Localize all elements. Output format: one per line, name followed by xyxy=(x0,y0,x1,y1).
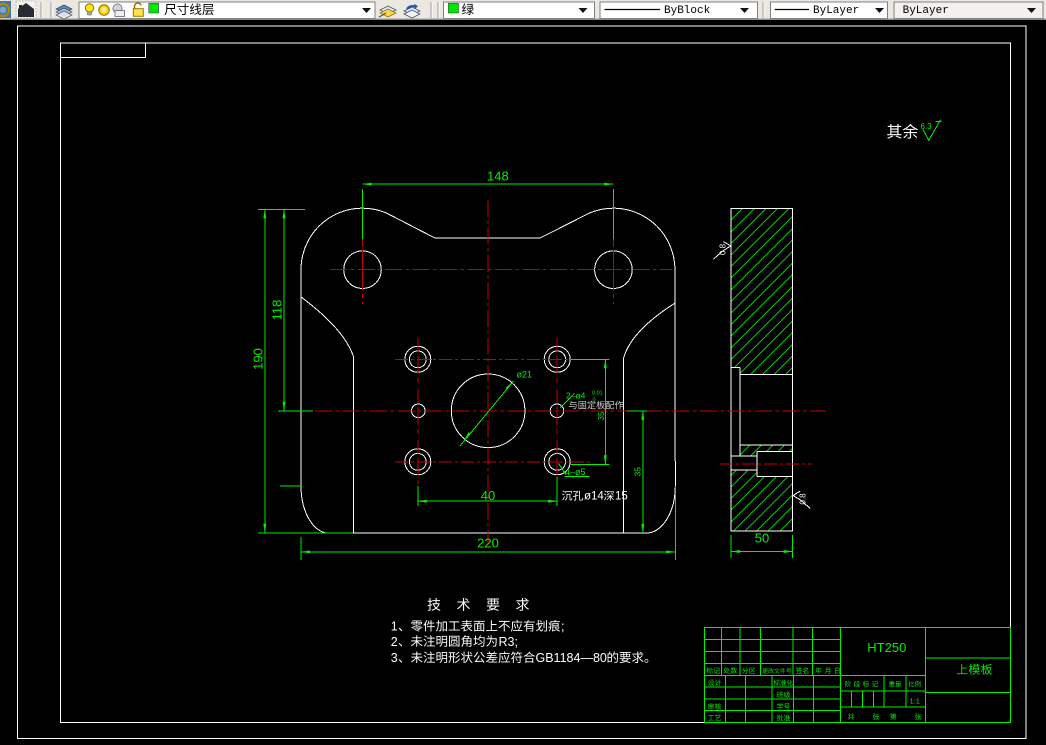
svg-text:0.01: 0.01 xyxy=(592,390,603,396)
svg-text:148: 148 xyxy=(487,168,509,183)
svg-text:4–ø5: 4–ø5 xyxy=(565,467,586,477)
svg-text:50: 50 xyxy=(755,531,769,546)
svg-text:GB1184—80: GB1184—80 xyxy=(536,651,607,665)
svg-text:1: 1 xyxy=(391,620,398,634)
svg-text:118: 118 xyxy=(270,300,285,321)
svg-text:6.3: 6.3 xyxy=(921,122,933,131)
svg-text:190: 190 xyxy=(251,348,266,370)
svg-text:ByLayer: ByLayer xyxy=(813,5,859,17)
svg-text:2: 2 xyxy=(391,635,398,649)
svg-text:ø14: ø14 xyxy=(584,491,604,503)
svg-text:;: ; xyxy=(561,620,564,634)
svg-text:40: 40 xyxy=(481,488,495,503)
svg-text:3: 3 xyxy=(391,651,398,665)
svg-text:220: 220 xyxy=(477,536,499,551)
svg-text:1:1: 1:1 xyxy=(910,697,920,706)
svg-text:ByBlock: ByBlock xyxy=(664,5,711,17)
svg-text:15: 15 xyxy=(615,491,628,503)
svg-text:2–ø4: 2–ø4 xyxy=(566,391,586,401)
svg-text:0.8: 0.8 xyxy=(799,493,808,505)
svg-text:ByLayer: ByLayer xyxy=(903,5,949,17)
svg-text:35: 35 xyxy=(633,467,643,477)
svg-text:ø21: ø21 xyxy=(517,370,533,380)
svg-text:0.8: 0.8 xyxy=(719,243,728,255)
svg-text:R3;: R3; xyxy=(499,635,518,649)
svg-text:HT250: HT250 xyxy=(867,640,906,655)
svg-text:35: 35 xyxy=(597,411,606,420)
